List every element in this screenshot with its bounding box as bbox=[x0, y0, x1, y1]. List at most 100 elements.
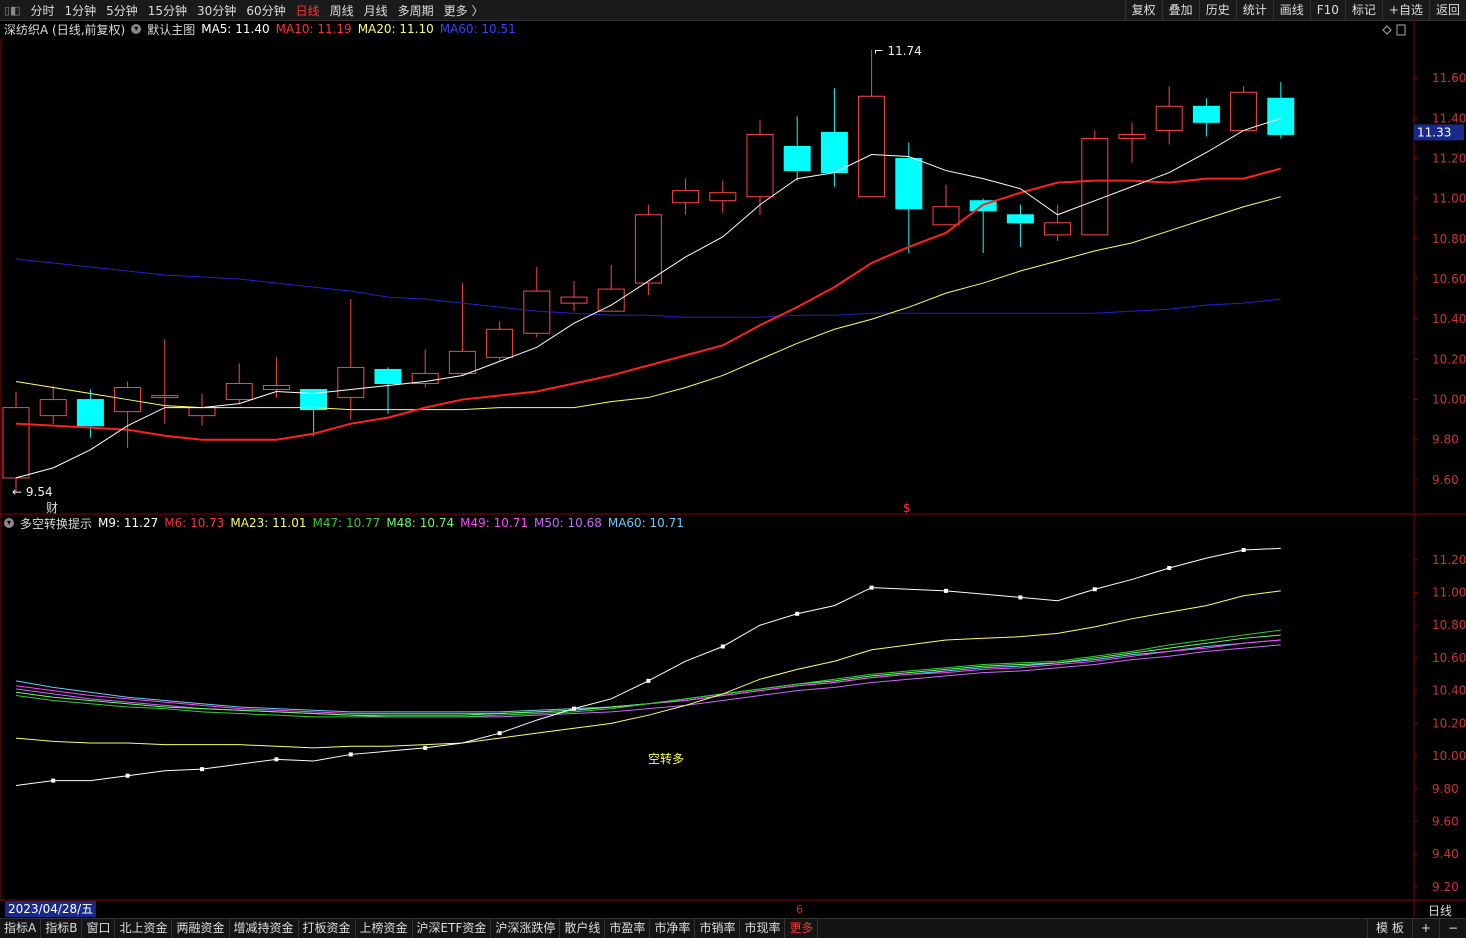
candle-body-2 bbox=[76, 399, 104, 427]
m9-marker-17 bbox=[646, 678, 651, 683]
high-price-label: ⌐ 11.74 bbox=[874, 44, 922, 58]
m9-marker-25 bbox=[944, 588, 948, 593]
m9-marker-33 bbox=[1241, 547, 1246, 552]
y-tick-label-10: 9.60 bbox=[1432, 473, 1459, 487]
candle-body-13 bbox=[486, 328, 514, 358]
candle-body-10 bbox=[374, 368, 402, 384]
m9-marker-27 bbox=[1018, 595, 1023, 600]
candle-body-7 bbox=[262, 385, 290, 391]
candle-body-1 bbox=[39, 399, 67, 417]
candle-body-18 bbox=[672, 190, 700, 204]
candle-body-12 bbox=[448, 350, 476, 374]
candle-body-28 bbox=[1044, 222, 1072, 236]
candle-body-31 bbox=[1155, 105, 1183, 131]
m9-marker-23 bbox=[869, 585, 874, 590]
bottom-tab-3[interactable]: 北上资金 bbox=[115, 919, 173, 938]
y-tick-label-8: 10.00 bbox=[1432, 393, 1466, 407]
sub-line-ma60 bbox=[15, 639, 1281, 713]
current-price-label: 11.33 bbox=[1417, 125, 1451, 139]
m9-marker-21 bbox=[795, 611, 800, 616]
sub-y-tick-label-1: 11.00 bbox=[1432, 586, 1466, 600]
candle-body-9 bbox=[337, 366, 365, 399]
sub-y-tick-label-4: 10.40 bbox=[1432, 684, 1466, 698]
date-label: 2023/04/28/五 bbox=[5, 901, 97, 917]
m9-marker-9 bbox=[348, 752, 353, 757]
y-tick-label-7: 10.20 bbox=[1432, 352, 1466, 366]
y-tick-label-6: 10.40 bbox=[1432, 312, 1466, 326]
signal-annotation: 空转多 bbox=[648, 751, 684, 766]
sub-y-tick-label-5: 10.20 bbox=[1432, 716, 1466, 730]
sub-line-m9 bbox=[15, 547, 1281, 787]
candle-body-15 bbox=[560, 296, 588, 304]
bottom-right-controls: 模 板 + − bbox=[1367, 919, 1466, 938]
m9-marker-5 bbox=[200, 767, 204, 772]
m9-marker-15 bbox=[572, 706, 576, 711]
m9-marker-19 bbox=[720, 644, 725, 649]
dividend-marker: $ bbox=[903, 501, 911, 515]
bottom-tab-14[interactable]: 市现率 bbox=[740, 919, 786, 938]
y-tick-label-1: 11.40 bbox=[1432, 111, 1466, 125]
y-tick-label-3: 11.00 bbox=[1432, 192, 1466, 206]
bottom-tab-10[interactable]: 散户线 bbox=[560, 919, 606, 938]
m9-marker-31 bbox=[1167, 565, 1172, 570]
sub-line-m49 bbox=[15, 639, 1281, 715]
bottom-tab-4[interactable]: 两融资金 bbox=[172, 919, 230, 938]
bottom-tab-5[interactable]: 增减持资金 bbox=[230, 919, 299, 938]
sub-y-tick-label-6: 10.00 bbox=[1432, 749, 1466, 763]
panel-toggle-icon bbox=[1396, 24, 1406, 36]
y-tick-label-9: 9.80 bbox=[1432, 433, 1459, 447]
low-price-label: ← 9.54 bbox=[12, 485, 53, 499]
candle-body-34 bbox=[1267, 97, 1295, 135]
m9-marker-1 bbox=[51, 778, 56, 783]
candle-body-33 bbox=[1230, 91, 1258, 131]
m9-marker-3 bbox=[125, 773, 130, 778]
bottom-tab-0[interactable]: 指标A bbox=[0, 919, 42, 938]
candle-body-27 bbox=[1006, 214, 1034, 224]
bottom-tab-9[interactable]: 沪深涨跌停 bbox=[491, 919, 561, 938]
chart-area[interactable]: 11.60 11.40 11.20 11.00 10.80 10.60 10.40 10.20… bbox=[0, 0, 1466, 918]
y-tick-label-5: 10.60 bbox=[1432, 272, 1466, 286]
candle-body-29 bbox=[1081, 137, 1109, 236]
candle-body-23 bbox=[858, 95, 886, 198]
candle-body-24 bbox=[895, 158, 923, 210]
bottom-right-button-0[interactable]: 模 板 bbox=[1367, 919, 1412, 938]
bottom-tab-8[interactable]: 沪深ETF资金 bbox=[413, 919, 492, 938]
candle-body-16 bbox=[597, 288, 625, 312]
sub-y-tick-label-7: 9.80 bbox=[1432, 782, 1459, 796]
candle-body-21 bbox=[783, 145, 811, 172]
candle-body-30 bbox=[1118, 133, 1146, 139]
bottom-tab-7[interactable]: 上榜资金 bbox=[356, 919, 413, 938]
candle-body-20 bbox=[746, 133, 774, 198]
y-tick-label-4: 10.80 bbox=[1432, 232, 1466, 246]
bottom-tab-6[interactable]: 打板资金 bbox=[299, 919, 356, 938]
candle-body-0 bbox=[2, 407, 30, 479]
bottom-tab-13[interactable]: 市销率 bbox=[695, 919, 741, 938]
candle-body-17 bbox=[634, 214, 662, 284]
bottom-tab-11[interactable]: 市盈率 bbox=[605, 919, 651, 938]
sub-y-tick-label-2: 10.80 bbox=[1432, 618, 1466, 632]
sub-y-tick-label-8: 9.60 bbox=[1432, 814, 1459, 828]
candle-body-19 bbox=[709, 192, 737, 202]
sub-y-tick-label-0: 11.20 bbox=[1432, 553, 1466, 567]
bottom-right-button-2[interactable]: − bbox=[1438, 919, 1466, 938]
bottom-tab-2[interactable]: 窗口 bbox=[82, 919, 116, 938]
candle-body-25 bbox=[932, 206, 960, 226]
m9-marker-7 bbox=[274, 757, 279, 762]
sub-y-tick-label-10: 9.20 bbox=[1432, 880, 1459, 894]
candle-body-32 bbox=[1192, 105, 1220, 123]
period-label[interactable]: 日线 bbox=[1428, 902, 1452, 919]
bottom-tab-1[interactable]: 指标B bbox=[41, 919, 83, 938]
m9-marker-13 bbox=[497, 731, 502, 736]
sub-line-ma23 bbox=[15, 590, 1281, 749]
y-tick-label-0: 11.60 bbox=[1432, 71, 1466, 85]
bottom-tab-15[interactable]: 更多 bbox=[785, 919, 819, 938]
sub-y-tick-label-3: 10.60 bbox=[1432, 651, 1466, 665]
bottom-tab-12[interactable]: 市净率 bbox=[650, 919, 696, 938]
finance-marker: 财 bbox=[46, 501, 58, 515]
bottom-tabs: 指标A 指标B 窗口 北上资金 两融资金 增减持资金 打板资金 上榜资金 沪深ETF资金 沪深涨跌… bbox=[0, 919, 819, 938]
candle-body-22 bbox=[820, 131, 848, 174]
m9-marker-11 bbox=[423, 745, 428, 750]
bottom-tab-bar: 指标A 指标B 窗口 北上资金 两融资金 增减持资金 打板资金 上榜资金 沪深ETF资金 沪深涨跌… bbox=[0, 918, 1466, 938]
bottom-right-button-1[interactable]: + bbox=[1411, 919, 1439, 938]
sub-line-m48 bbox=[15, 634, 1281, 716]
